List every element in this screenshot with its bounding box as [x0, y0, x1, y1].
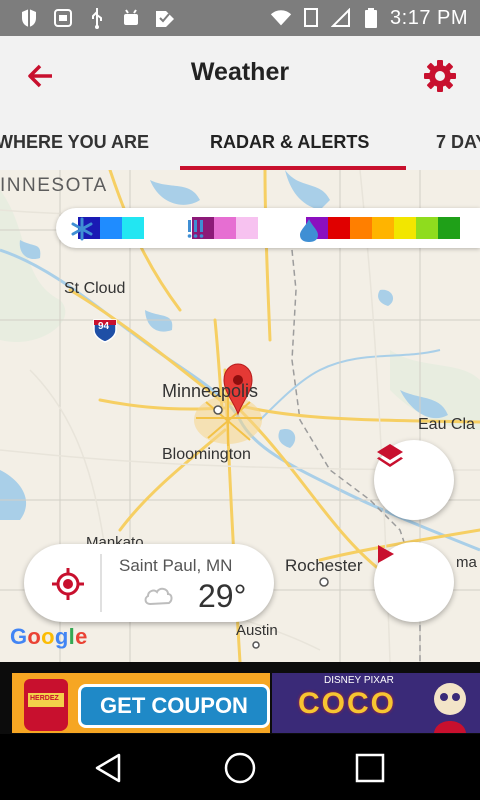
my-location-button[interactable]: [48, 564, 88, 604]
legend-rain: [298, 217, 460, 242]
map-label-eau-claire: Eau Cla: [418, 416, 475, 433]
map-label-minneapolis: Minneapolis: [162, 381, 259, 401]
crosshair-icon: [52, 568, 84, 600]
status-bar-notifications: [0, 7, 176, 29]
layers-icon: [377, 444, 403, 467]
rain-swatch: [416, 217, 438, 239]
rain-swatch: [372, 217, 394, 239]
play-icon: [378, 545, 394, 563]
status-bar-system: 3:17 PM: [270, 7, 480, 30]
google-letter: g: [54, 624, 69, 649]
settings-button[interactable]: [420, 56, 460, 96]
rain-swatch: [350, 217, 372, 239]
google-letter: G: [10, 624, 28, 649]
jar-label: HERDEZ: [28, 693, 64, 707]
map-label-st-cloud: St Cloud: [64, 280, 126, 297]
android-debug-icon: [120, 7, 142, 29]
card-divider: [100, 554, 102, 612]
usb-icon: [86, 7, 108, 29]
ice-icon: [187, 220, 204, 238]
shield-icon: [18, 7, 40, 29]
tab-bar: WHERE YOU ARE RADAR & ALERTS 7 DAYS: [0, 112, 480, 170]
google-letter: o: [41, 624, 55, 649]
ice-swatch: [236, 217, 258, 239]
tab-7-days[interactable]: 7 DAYS: [436, 112, 480, 170]
map-label-bloomington: Bloomington: [162, 446, 251, 463]
rain-swatch: [328, 217, 350, 239]
nav-back-button[interactable]: [90, 750, 126, 786]
google-logo: Google: [10, 624, 88, 650]
raindrop-icon: [300, 219, 318, 242]
app-bar: Weather: [0, 36, 480, 112]
page-title: Weather: [190, 58, 290, 86]
current-temperature: 29°: [198, 578, 247, 614]
snowflake-icon: [71, 217, 93, 241]
snow-swatch: [100, 217, 122, 239]
map-label-partial: ma: [456, 554, 477, 571]
ad-movie-panel[interactable]: DISNEY PIXAR COCO: [272, 673, 480, 733]
jar-label-text: HERDEZ: [30, 695, 59, 702]
radar-map[interactable]: INNESOTA St Cloud 94 Minneapolis Bloomin…: [0, 170, 480, 662]
ad-brand-text: DISNEY PIXAR: [324, 675, 394, 686]
ad-coupon-panel[interactable]: HERDEZ GET COUPON: [12, 673, 270, 733]
play-radar-button[interactable]: [374, 542, 454, 622]
tab-radar-alerts[interactable]: RADAR & ALERTS: [210, 112, 369, 170]
map-label-rochester: Rochester: [285, 556, 363, 575]
legend-snow: [70, 217, 144, 241]
no-sim-icon: [300, 7, 322, 29]
location-city: Saint Paul, MN: [119, 556, 233, 575]
location-card[interactable]: Saint Paul, MN 29°: [24, 544, 274, 622]
nav-back-icon: [95, 753, 121, 783]
layers-button[interactable]: [374, 440, 454, 520]
interstate-number: 94: [98, 321, 110, 332]
legend-ice: [184, 217, 258, 239]
status-bar: 3:17 PM: [0, 0, 480, 36]
ad-banner[interactable]: HERDEZ GET COUPON DISNEY PIXAR COCO: [0, 662, 480, 734]
character-art: [434, 683, 466, 733]
ice-swatch: [214, 217, 236, 239]
check-icon: [154, 7, 176, 29]
radar-legend: [56, 208, 480, 248]
nav-home-button[interactable]: [222, 750, 258, 786]
status-time: 3:17 PM: [390, 6, 468, 29]
nav-home-icon: [224, 752, 256, 784]
nav-recents-icon: [355, 753, 385, 783]
wifi-icon: [270, 7, 292, 29]
nav-recents-button[interactable]: [352, 750, 388, 786]
signal-icon: [330, 7, 352, 29]
ad-movie-title: COCO: [298, 687, 396, 720]
google-letter: e: [75, 624, 88, 649]
android-nav-bar: [0, 734, 480, 800]
battery-icon: [360, 7, 382, 29]
rain-color-scale: [306, 217, 460, 239]
tab-where-you-are[interactable]: WHERE YOU ARE: [0, 112, 149, 170]
snow-swatch: [122, 217, 144, 239]
rain-swatch: [394, 217, 416, 239]
map-label-state: INNESOTA: [0, 175, 108, 196]
gear-icon: [424, 60, 456, 92]
hd-icon: [52, 7, 74, 29]
get-coupon-button[interactable]: GET COUPON: [78, 684, 270, 728]
google-letter: o: [27, 624, 42, 649]
rain-swatch: [438, 217, 460, 239]
map-label-austin: Austin: [236, 622, 278, 639]
